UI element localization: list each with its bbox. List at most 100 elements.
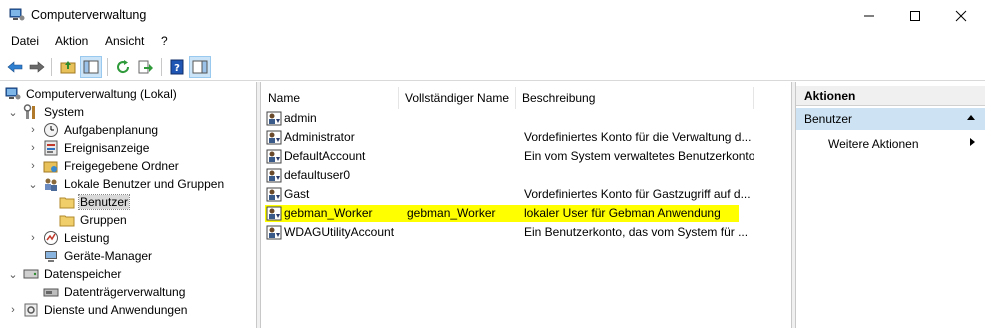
performance-icon [43, 230, 59, 246]
tree-item-lokale-benutzer-und-gruppen[interactable]: ⌄ Lokale Benutzer und Gruppen [27, 175, 225, 193]
tree-item-datenspeicher[interactable]: ⌄ Datenspeicher [7, 265, 122, 283]
cell-name: gebman_Worker [284, 206, 373, 220]
user-icon [266, 224, 283, 241]
table-row[interactable]: admin [266, 109, 786, 128]
tree-item-aufgabenplanung[interactable]: › Aufgabenplanung [27, 121, 159, 139]
tree-label: Ereignisanzeige [64, 141, 150, 155]
export-list-icon[interactable] [134, 56, 156, 78]
tree-label: Leistung [64, 231, 110, 245]
tree-label: Datenspeicher [44, 267, 122, 281]
cell-description: Vordefiniertes Konto für Gastzugriff auf… [524, 187, 751, 201]
user-icon [266, 205, 283, 222]
tree-item-ereignisanzeige[interactable]: › Ereignisanzeige [27, 139, 150, 157]
show-hide-tree-icon[interactable] [80, 56, 102, 78]
menu-ansicht[interactable]: Ansicht [105, 34, 144, 48]
menu-aktion[interactable]: Aktion [55, 34, 88, 48]
shared-folder-icon [43, 158, 59, 174]
tree-label: Benutzer [77, 194, 131, 210]
user-icon [266, 167, 283, 184]
toolbar: ? [0, 53, 985, 81]
user-icon [266, 129, 283, 146]
window-title: Computerverwaltung [31, 8, 147, 22]
tree-item-leistung[interactable]: › Leistung [27, 229, 110, 247]
pane-splitter-left[interactable] [257, 82, 261, 328]
column-header-name[interactable]: Name [262, 87, 399, 109]
tools-icon [23, 104, 39, 120]
close-icon[interactable] [938, 0, 984, 31]
cell-description: Ein Benutzerkonto, das vom System für ..… [524, 225, 749, 239]
user-list: Name Vollständiger Name Beschreibung adm… [262, 82, 791, 328]
cell-description: Ein vom System verwaltetes Benutzerkonto… [524, 149, 754, 163]
table-row[interactable]: Gast Vordefiniertes Konto für Gastzugrif… [266, 185, 786, 204]
collapse-up-icon[interactable] [966, 112, 976, 126]
table-row[interactable]: DefaultAccount Ein vom System verwaltete… [266, 147, 786, 166]
toolbar-separator [51, 58, 52, 76]
cell-name: Gast [284, 187, 310, 201]
services-icon [23, 302, 39, 318]
show-hide-action-pane-icon[interactable] [189, 56, 211, 78]
chevron-down-icon[interactable]: ⌄ [27, 178, 39, 191]
chevron-right-icon[interactable]: › [27, 142, 39, 154]
tree-item-benutzer[interactable]: Benutzer [59, 193, 131, 211]
tree-label: Aufgabenplanung [64, 123, 159, 137]
chevron-down-icon[interactable]: ⌄ [7, 106, 19, 119]
menu-bar: Datei Aktion Ansicht ? [0, 31, 985, 52]
chevron-right-icon[interactable]: › [27, 160, 39, 172]
cell-name: defaultuser0 [284, 168, 351, 182]
cell-description: lokaler User für Gebman Anwendung [524, 206, 721, 220]
navigation-tree: Computerverwaltung (Lokal) ⌄ System › Au… [0, 82, 257, 328]
tree-item-datentraegerverwaltung[interactable]: Datenträgerverwaltung [43, 283, 186, 301]
cell-name: DefaultAccount [284, 149, 366, 163]
folder-icon [59, 194, 75, 210]
table-row[interactable]: defaultuser0 [266, 166, 786, 185]
cell-name: Administrator [284, 130, 355, 144]
tree-item-freigegebene-ordner[interactable]: › Freigegebene Ordner [27, 157, 180, 175]
tree-label: System [44, 105, 85, 119]
table-row[interactable]: gebman_Worker gebman_Worker lokaler User… [265, 204, 786, 223]
disk-management-icon [43, 284, 59, 300]
chevron-right-icon[interactable]: › [27, 124, 39, 136]
up-folder-icon[interactable] [57, 56, 79, 78]
maximize-icon[interactable] [892, 0, 938, 31]
actions-pane: Aktionen Benutzer Weitere Aktionen [795, 82, 985, 328]
computer-management-icon [5, 86, 21, 102]
list-header: Name Vollständiger Name Beschreibung [262, 87, 791, 109]
computer-management-icon [9, 8, 25, 22]
user-icon [266, 148, 283, 165]
column-header-description[interactable]: Beschreibung [516, 87, 754, 109]
user-icon [266, 186, 283, 203]
action-weitere-aktionen[interactable]: Weitere Aktionen [828, 137, 919, 151]
tree-item-dienste-und-anwendungen[interactable]: › Dienste und Anwendungen [7, 301, 188, 319]
tree-item-computerverwaltung[interactable]: Computerverwaltung (Lokal) [5, 85, 178, 103]
toolbar-separator [161, 58, 162, 76]
help-icon[interactable]: ? [166, 56, 188, 78]
tree-label: Freigegebene Ordner [64, 159, 179, 173]
cell-name: admin [284, 111, 317, 125]
chevron-down-icon[interactable]: ⌄ [7, 268, 19, 281]
chevron-right-icon[interactable]: › [7, 304, 19, 316]
toolbar-separator [107, 58, 108, 76]
tree-item-system[interactable]: ⌄ System [7, 103, 85, 121]
chevron-right-icon[interactable] [969, 137, 977, 150]
cell-description: Vordefiniertes Konto für die Verwaltung … [524, 130, 752, 144]
actions-section-label: Benutzer [804, 112, 853, 126]
menu-help[interactable]: ? [161, 34, 168, 48]
svg-text:?: ? [174, 63, 180, 74]
table-row[interactable]: WDAGUtilityAccount Ein Benutzerkonto, da… [266, 223, 786, 242]
tree-label: Dienste und Anwendungen [44, 303, 188, 317]
chevron-right-icon[interactable]: › [27, 232, 39, 244]
refresh-icon[interactable] [112, 56, 134, 78]
tree-item-gruppen[interactable]: Gruppen [59, 211, 128, 229]
menu-datei[interactable]: Datei [11, 34, 39, 48]
user-icon [266, 110, 283, 127]
clock-icon [43, 122, 59, 138]
table-row[interactable]: Administrator Vordefiniertes Konto für d… [266, 128, 786, 147]
minimize-icon[interactable] [846, 0, 892, 31]
back-arrow-icon[interactable] [4, 56, 26, 78]
tree-item-geraete-manager[interactable]: Geräte-Manager [43, 247, 153, 265]
actions-section-benutzer[interactable]: Benutzer [796, 108, 985, 130]
forward-arrow-icon[interactable] [26, 56, 48, 78]
device-manager-icon [43, 248, 59, 264]
column-header-full-name[interactable]: Vollständiger Name [399, 87, 516, 109]
tree-label: Computerverwaltung (Lokal) [26, 87, 177, 101]
